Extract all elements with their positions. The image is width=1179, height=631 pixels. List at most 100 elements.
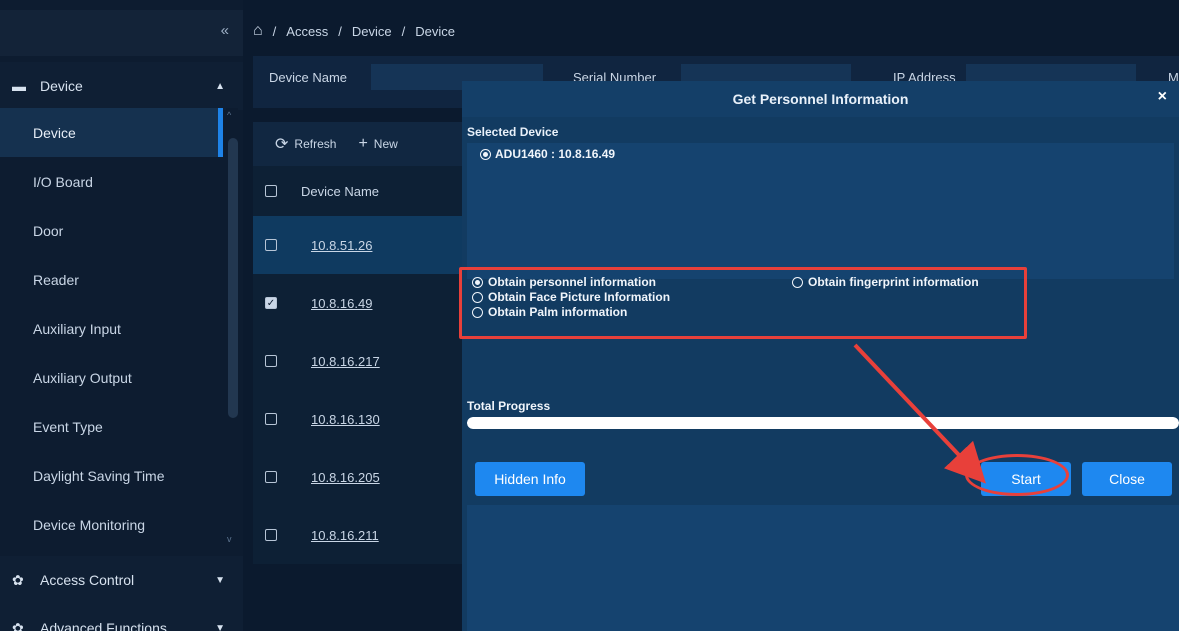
- device-table: Device Name 10.8.51.26 ✓ 10.8.16.49 10.8…: [253, 166, 463, 564]
- new-label: New: [373, 137, 398, 151]
- sidebar-group-device[interactable]: ▬ Device ▲: [0, 62, 243, 110]
- table-row[interactable]: ✓ 10.8.16.49: [253, 274, 463, 332]
- close-icon[interactable]: ×: [1158, 88, 1167, 106]
- sidebar: « ▬ Device ▲ Device I/O Board Door Reade…: [0, 0, 243, 631]
- breadcrumb: ⌂ / Access / Device / Device: [253, 22, 455, 40]
- sidebar-item-label: Device: [33, 124, 76, 141]
- get-personnel-dialog: Get Personnel Information × Selected Dev…: [459, 81, 1179, 631]
- breadcrumb-item[interactable]: Access: [286, 24, 328, 39]
- breadcrumb-item[interactable]: Device: [352, 24, 392, 39]
- scroll-up-icon[interactable]: ^: [227, 110, 231, 120]
- sidebar-item-auxiliary-output[interactable]: Auxiliary Output: [0, 353, 223, 402]
- option-fingerprint[interactable]: Obtain fingerprint information: [792, 275, 979, 289]
- chevron-down-icon: ▼: [215, 622, 225, 631]
- scroll-down-icon[interactable]: v: [227, 534, 232, 544]
- sidebar-group-label: Advanced Functions: [40, 620, 167, 631]
- table-row[interactable]: 10.8.16.217: [253, 332, 463, 390]
- refresh-button[interactable]: ⟳ Refresh: [275, 134, 336, 154]
- column-header-device-name: Device Name: [301, 183, 380, 199]
- breadcrumb-separator: /: [272, 23, 277, 39]
- sidebar-item-label: Auxiliary Output: [33, 369, 132, 386]
- sidebar-item-label: Daylight Saving Time: [33, 467, 165, 484]
- row-checkbox[interactable]: [265, 413, 277, 425]
- sidebar-group-access-control[interactable]: ✿ Access Control ▼: [0, 556, 243, 604]
- sidebar-item-io-board[interactable]: I/O Board: [0, 157, 223, 206]
- new-button[interactable]: + New: [358, 135, 397, 153]
- option-palm-label: Obtain Palm information: [488, 305, 628, 319]
- selected-device-text: ADU1460 : 10.8.16.49: [495, 147, 616, 161]
- double-chevron-left-icon: «: [220, 22, 229, 39]
- option-face-label: Obtain Face Picture Information: [488, 290, 671, 304]
- sidebar-collapse-button[interactable]: «: [0, 10, 243, 56]
- device-link[interactable]: 10.8.16.205: [311, 470, 380, 485]
- row-checkbox[interactable]: [265, 355, 277, 367]
- option-face[interactable]: Obtain Face Picture Information: [472, 290, 670, 304]
- sidebar-group-label: Device: [40, 78, 83, 94]
- table-row[interactable]: 10.8.16.211: [253, 506, 463, 564]
- close-button[interactable]: Close: [1082, 462, 1172, 496]
- refresh-label: Refresh: [294, 137, 337, 151]
- option-fingerprint-label: Obtain fingerprint information: [808, 275, 979, 289]
- sidebar-scrollbar[interactable]: ^ v: [226, 108, 238, 548]
- personnel-radio[interactable]: [472, 276, 483, 288]
- device-link[interactable]: 10.8.16.211: [311, 528, 379, 543]
- sidebar-item-label: Auxiliary Input: [33, 320, 121, 337]
- gear-icon: ✿: [12, 619, 24, 631]
- face-radio[interactable]: [472, 291, 483, 303]
- sidebar-item-device-monitoring[interactable]: Device Monitoring: [0, 500, 223, 549]
- sidebar-item-door[interactable]: Door: [0, 206, 223, 255]
- sidebar-item-label: I/O Board: [33, 173, 93, 190]
- row-checkbox[interactable]: [265, 529, 277, 541]
- total-progress-label: Total Progress: [467, 399, 551, 413]
- palm-radio[interactable]: [472, 306, 483, 318]
- sidebar-item-reader[interactable]: Reader: [0, 255, 223, 304]
- sidebar-item-event-type[interactable]: Event Type: [0, 402, 223, 451]
- table-row[interactable]: 10.8.16.130: [253, 390, 463, 448]
- sidebar-item-label: Event Type: [33, 418, 103, 435]
- progress-log-area: [467, 505, 1179, 631]
- hidden-info-button[interactable]: Hidden Info: [475, 462, 585, 496]
- sidebar-submenu: Device I/O Board Door Reader Auxiliary I…: [0, 108, 223, 549]
- device-radio[interactable]: [480, 148, 491, 160]
- device-link[interactable]: 10.8.16.217: [311, 354, 380, 369]
- table-row[interactable]: 10.8.16.205: [253, 448, 463, 506]
- device-link[interactable]: 10.8.51.26: [311, 238, 372, 253]
- device-link[interactable]: 10.8.16.49: [311, 296, 372, 311]
- scrollbar-thumb[interactable]: [228, 138, 238, 418]
- sidebar-item-label: Door: [33, 222, 64, 239]
- row-checkbox[interactable]: [265, 471, 277, 483]
- sidebar-group-label: Access Control: [40, 572, 135, 588]
- sidebar-group-advanced-functions[interactable]: ✿ Advanced Functions ▼: [0, 604, 243, 631]
- breadcrumb-separator: /: [338, 23, 342, 39]
- selected-device-item[interactable]: ADU1460 : 10.8.16.49: [480, 147, 615, 161]
- toolbar: ⟳ Refresh + New: [253, 122, 473, 166]
- home-icon[interactable]: ⌂: [253, 22, 263, 40]
- device-name-label: Device Name: [269, 70, 348, 85]
- select-all-checkbox[interactable]: [265, 185, 277, 197]
- device-link[interactable]: 10.8.16.130: [311, 412, 380, 427]
- plus-icon: +: [358, 135, 368, 152]
- selected-device-list: ADU1460 : 10.8.16.49: [467, 143, 1174, 279]
- table-header: Device Name: [253, 166, 463, 216]
- dialog-header: Get Personnel Information ×: [462, 81, 1179, 117]
- sidebar-item-label: Device Monitoring: [33, 516, 146, 533]
- sidebar-item-daylight-saving-time[interactable]: Daylight Saving Time: [0, 451, 223, 500]
- option-personnel-label: Obtain personnel information: [488, 275, 657, 289]
- row-checkbox[interactable]: ✓: [265, 297, 277, 309]
- sidebar-item-auxiliary-input[interactable]: Auxiliary Input: [0, 304, 223, 353]
- chevron-up-icon: ▲: [215, 80, 225, 92]
- refresh-icon: ⟳: [275, 136, 289, 153]
- sidebar-item-device[interactable]: Device: [0, 108, 223, 157]
- dialog-title: Get Personnel Information: [732, 91, 909, 107]
- row-checkbox[interactable]: [265, 239, 277, 251]
- selected-device-label: Selected Device: [467, 125, 559, 139]
- option-palm[interactable]: Obtain Palm information: [472, 305, 627, 319]
- breadcrumb-separator: /: [401, 23, 406, 39]
- start-highlight-circle: [965, 454, 1069, 496]
- breadcrumb-item: Device: [415, 23, 455, 39]
- option-personnel[interactable]: Obtain personnel information: [472, 275, 656, 289]
- progress-fill: [467, 417, 1179, 429]
- total-progress-bar: [467, 417, 1179, 429]
- table-row[interactable]: 10.8.51.26: [253, 216, 463, 274]
- fingerprint-radio[interactable]: [792, 276, 803, 288]
